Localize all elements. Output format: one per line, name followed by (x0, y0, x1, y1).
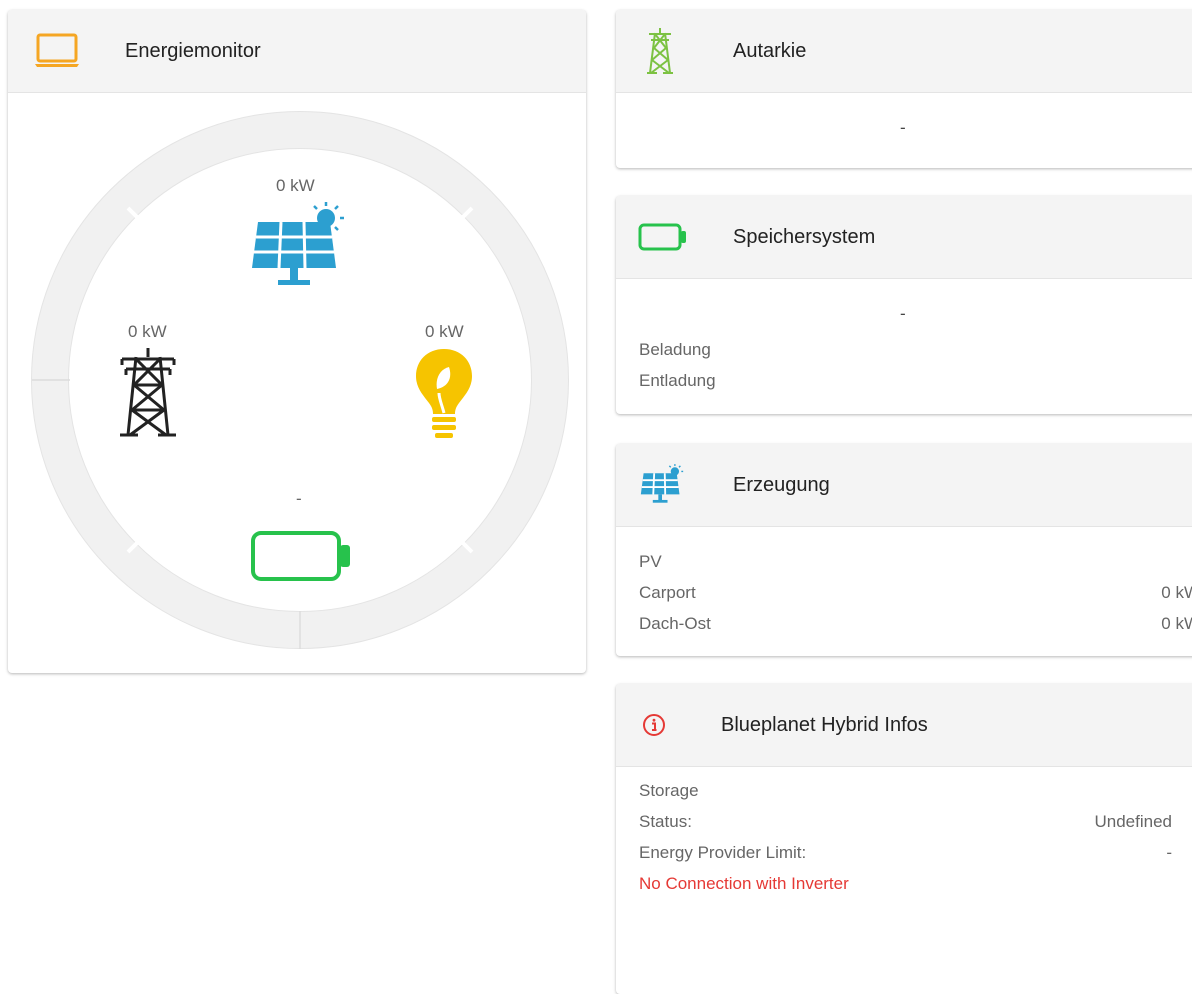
autarkie-value: - (900, 118, 906, 138)
dach-ost-value: 0 kW (1161, 614, 1192, 634)
status-label: Status: (639, 812, 692, 832)
solar-panel-icon (639, 444, 685, 526)
speichersystem-card: Speichersystem - Beladung - Entladung - (616, 196, 1192, 414)
solar-panel-icon (248, 200, 348, 300)
erzeugung-header: Erzeugung (616, 444, 1192, 527)
erzeugung-title: Erzeugung (733, 444, 830, 526)
carport-value: 0 kW (1161, 583, 1192, 603)
blueplanet-title: Blueplanet Hybrid Infos (721, 684, 928, 766)
laptop-icon (34, 10, 80, 92)
info-icon (642, 684, 666, 766)
status-row: Status: Undefined (639, 812, 1172, 832)
autarkie-card: Autarkie - (616, 10, 1192, 168)
erzeugung-card: Erzeugung PV - Carport 0 kW Dach-Ost 0 k… (616, 444, 1192, 656)
storage-row: Storage (639, 781, 1192, 801)
entladung-row: Entladung - (639, 371, 1192, 391)
energy-provider-limit-label: Energy Provider Limit: (639, 843, 806, 863)
entladung-label: Entladung (639, 371, 716, 391)
power-tower-icon (645, 10, 675, 92)
energy-provider-limit-row: Energy Provider Limit: - (639, 843, 1172, 863)
autarkie-header: Autarkie (616, 10, 1192, 93)
battery-icon (638, 196, 688, 278)
dach-ost-label: Dach-Ost (639, 614, 711, 634)
pv-row: PV - (639, 552, 1192, 572)
storage-label: Storage (639, 781, 699, 801)
dach-ost-row: Dach-Ost 0 kW (639, 614, 1192, 634)
grid-value: 0 kW (128, 322, 167, 342)
storage-value: - (296, 489, 302, 509)
power-tower-icon (116, 345, 180, 445)
production-value: 0 kW (276, 176, 315, 196)
speichersystem-value: - (900, 304, 906, 324)
energiemonitor-card: Energiemonitor 0 kW (8, 10, 586, 673)
carport-label: Carport (639, 583, 696, 603)
blueplanet-header: Blueplanet Hybrid Infos (616, 684, 1192, 767)
error-row: No Connection with Inverter (639, 874, 1192, 894)
autarkie-title: Autarkie (733, 10, 806, 92)
blueplanet-card: Blueplanet Hybrid Infos Storage Status: … (616, 684, 1192, 994)
beladung-row: Beladung - (639, 340, 1192, 360)
energiemonitor-title: Energiemonitor (125, 10, 261, 92)
speichersystem-header: Speichersystem (616, 196, 1192, 279)
status-value: Undefined (1094, 812, 1172, 832)
pv-label: PV (639, 552, 662, 572)
carport-row: Carport 0 kW (639, 583, 1192, 603)
battery-icon (250, 530, 354, 589)
energy-provider-limit-value: - (1166, 843, 1172, 863)
beladung-label: Beladung (639, 340, 711, 360)
energiemonitor-header: Energiemonitor (8, 10, 586, 93)
no-connection-error: No Connection with Inverter (639, 874, 849, 894)
lightbulb-icon (413, 347, 475, 444)
consumption-value: 0 kW (425, 322, 464, 342)
speichersystem-title: Speichersystem (733, 196, 875, 278)
